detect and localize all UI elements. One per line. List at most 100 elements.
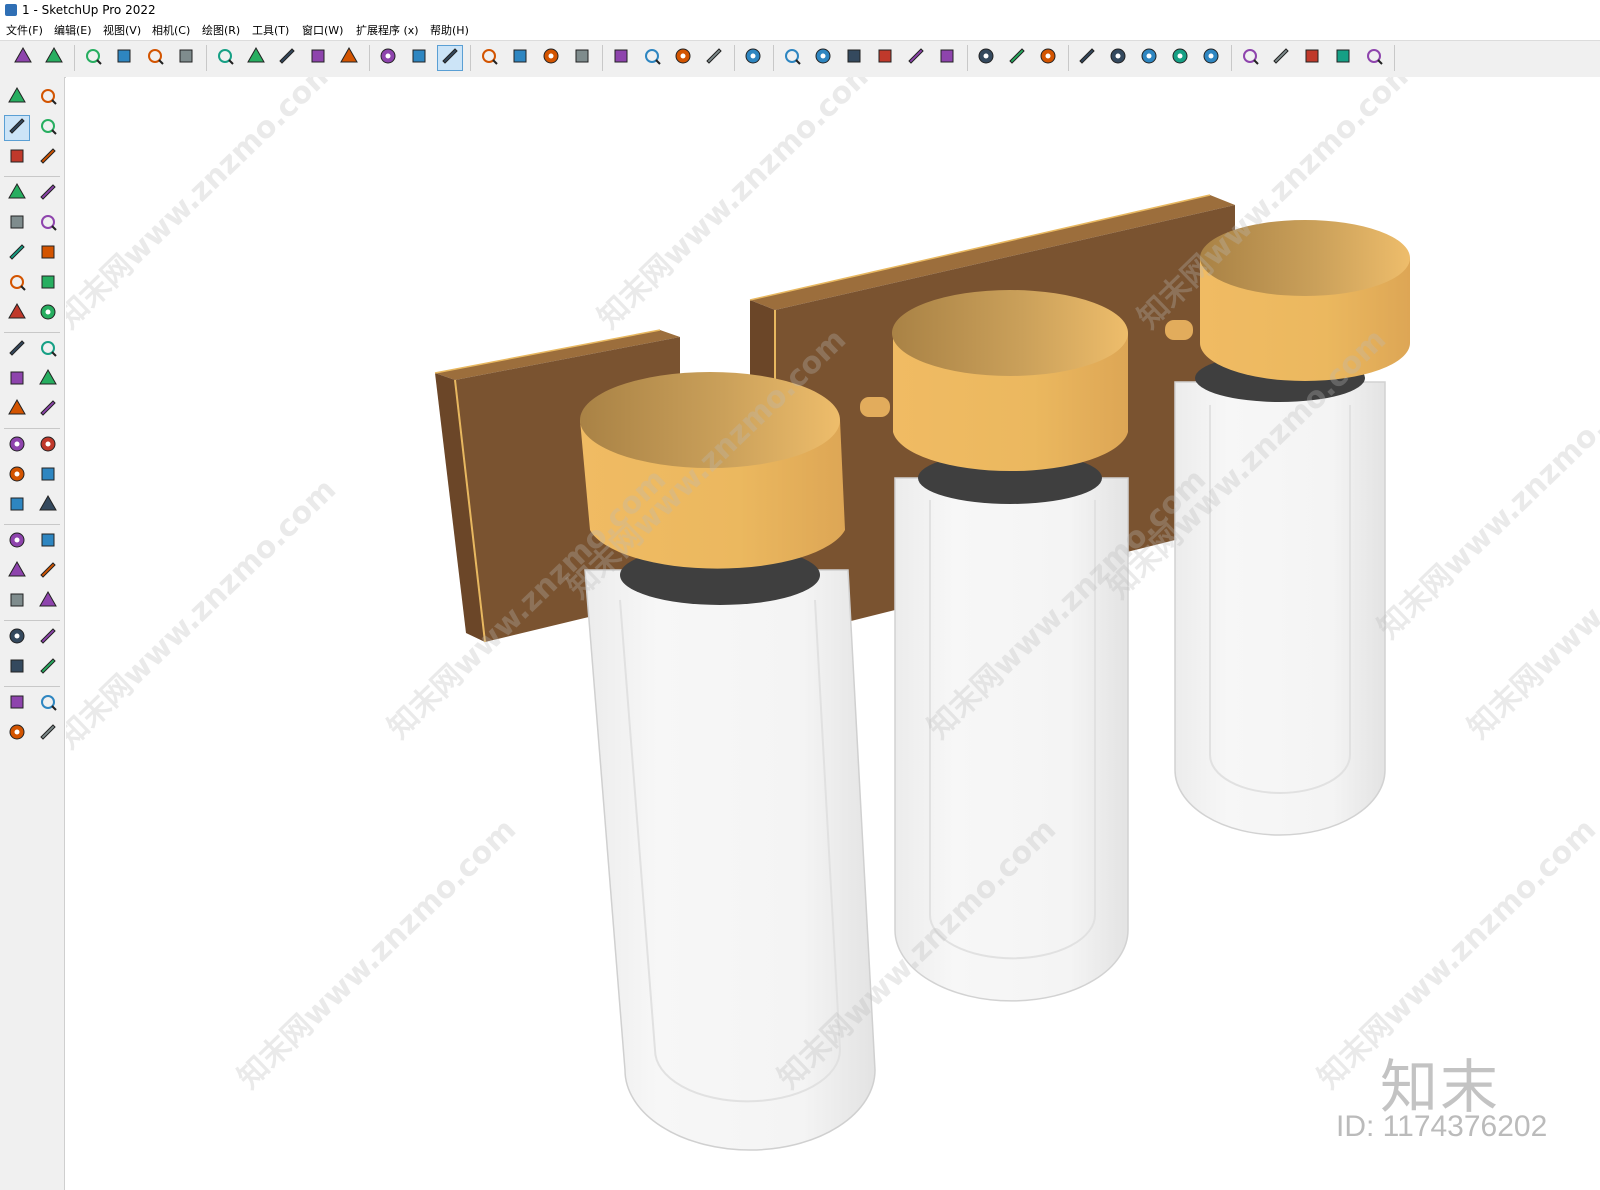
iso-view-button[interactable] (779, 45, 805, 71)
cloud-button[interactable] (1198, 45, 1224, 71)
warehouse-button[interactable] (608, 45, 634, 71)
menu-bar: 文件(F) 编辑(E) 视图(V) 相机(C) 绘图(R) 工具(T) 窗口(W… (0, 20, 1600, 39)
select-button[interactable] (4, 85, 30, 111)
circle-button[interactable] (4, 241, 30, 267)
paint-bucket-button[interactable] (437, 45, 463, 71)
zoom-window-button[interactable] (35, 559, 61, 585)
walk-button[interactable] (4, 655, 30, 681)
model-viewport[interactable]: 知末网www.znzmo.com 知末网www.znzmo.com 知末网www.z… (66, 77, 1600, 1190)
extension-warehouse-button[interactable] (35, 691, 61, 717)
layout-button[interactable] (4, 721, 30, 747)
info-button[interactable] (1299, 45, 1325, 71)
zoom-tool-button[interactable] (538, 45, 564, 71)
menu-camera[interactable]: 相机(C) (152, 22, 190, 38)
left-view-button[interactable] (934, 45, 960, 71)
push-pull-button[interactable] (35, 337, 61, 363)
add-location-button[interactable] (1074, 45, 1100, 71)
menu-help[interactable]: 帮助(H) (430, 22, 469, 38)
push-pull-button[interactable] (212, 45, 238, 71)
scale-button[interactable] (4, 397, 30, 423)
orbit-button[interactable] (476, 45, 502, 71)
pan-button[interactable] (507, 45, 533, 71)
move-button[interactable] (4, 337, 30, 363)
text-button[interactable] (35, 463, 61, 489)
tape-measure-icon (378, 46, 398, 70)
extension-manager-button[interactable] (701, 45, 727, 71)
back-view-button[interactable] (903, 45, 929, 71)
warehouse-button[interactable] (4, 691, 30, 717)
cart-button[interactable] (1330, 45, 1356, 71)
scale-button[interactable] (336, 45, 362, 71)
display-section-button[interactable] (1035, 45, 1061, 71)
eraser-button[interactable] (35, 115, 61, 141)
follow-me-button[interactable] (243, 45, 269, 71)
orbit-tool-button[interactable] (4, 529, 30, 555)
menu-edit[interactable]: 编辑(E) (54, 22, 92, 38)
paint-bucket-button[interactable] (4, 115, 30, 141)
eraser-button[interactable] (80, 45, 106, 71)
zoom-extents-button[interactable] (569, 45, 595, 71)
top-view-button[interactable] (810, 45, 836, 71)
previous-view-button[interactable] (35, 589, 61, 615)
rotate-button[interactable] (4, 367, 30, 393)
three-point-arc-button[interactable] (4, 301, 30, 327)
freehand-button[interactable] (35, 181, 61, 207)
follow-me-button[interactable] (35, 367, 61, 393)
menu-file[interactable]: 文件(F) (6, 22, 43, 38)
zoom-button[interactable] (10, 45, 36, 71)
make-component-button[interactable] (4, 145, 30, 171)
pencil-button[interactable] (111, 45, 137, 71)
two-point-arc-button[interactable] (35, 271, 61, 297)
user-button[interactable] (1361, 45, 1387, 71)
pie-button[interactable] (35, 301, 61, 327)
rotated-rectangle-button[interactable] (35, 211, 61, 237)
terrain-button[interactable] (1136, 45, 1162, 71)
move-button[interactable] (274, 45, 300, 71)
section-plane-button[interactable] (35, 655, 61, 681)
section-plane-button[interactable] (1004, 45, 1030, 71)
solid-tools-button[interactable] (973, 45, 999, 71)
zoom-button[interactable] (4, 559, 30, 585)
3d-text-button[interactable] (35, 493, 61, 519)
menu-window[interactable]: 窗口(W) (302, 22, 343, 38)
menu-tools[interactable]: 工具(T) (252, 22, 289, 38)
orbit-button[interactable] (35, 85, 61, 111)
account-button[interactable] (740, 45, 766, 71)
extension-manager-button[interactable] (35, 721, 61, 747)
axes-icon (7, 494, 27, 518)
arc-button[interactable] (4, 271, 30, 297)
menu-draw[interactable]: 绘图(R) (202, 22, 240, 38)
arc-button[interactable] (142, 45, 168, 71)
zoom-extents-button[interactable] (4, 589, 30, 615)
message-button[interactable] (1268, 45, 1294, 71)
axes-button[interactable] (4, 493, 30, 519)
front-view-button[interactable] (841, 45, 867, 71)
look-around-button[interactable] (35, 625, 61, 651)
right-view-button[interactable] (872, 45, 898, 71)
tape-measure-button[interactable] (375, 45, 401, 71)
polygon-button[interactable] (35, 241, 61, 267)
menu-view[interactable]: 视图(V) (103, 22, 141, 38)
info-icon (1302, 46, 1322, 70)
rectangle-button[interactable] (4, 211, 30, 237)
geo-button[interactable] (1105, 45, 1131, 71)
left-toolbar (0, 77, 65, 1190)
offset-button[interactable] (35, 397, 61, 423)
menu-extensions[interactable]: 扩展程序 (x) (356, 22, 419, 38)
protractor-button[interactable] (4, 463, 30, 489)
dimension-button[interactable] (35, 433, 61, 459)
settings-button[interactable] (1237, 45, 1263, 71)
orbit-tool-icon (7, 530, 27, 554)
tape-measure-button[interactable] (4, 433, 30, 459)
extension-warehouse-button[interactable] (639, 45, 665, 71)
select-button[interactable] (41, 45, 67, 71)
layout-button[interactable] (670, 45, 696, 71)
rotate-button[interactable] (305, 45, 331, 71)
line-button[interactable] (4, 181, 30, 207)
shadow-button[interactable] (1167, 45, 1193, 71)
text-button[interactable] (406, 45, 432, 71)
rectangle-button[interactable] (173, 45, 199, 71)
tag-button[interactable] (35, 145, 61, 171)
position-camera-button[interactable] (4, 625, 30, 651)
pan-button[interactable] (35, 529, 61, 555)
